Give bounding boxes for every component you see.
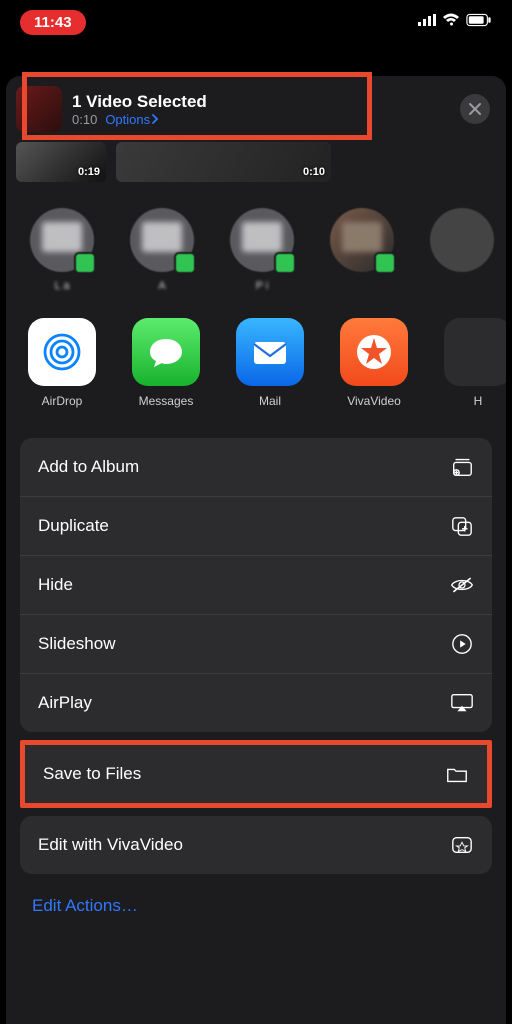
header-title: 1 Video Selected	[72, 92, 460, 112]
status-time: 11:43	[20, 10, 86, 35]
contact-name: A	[158, 280, 165, 294]
highlight-box-save: Save to Files	[20, 740, 492, 808]
video-thumbnail[interactable]: 0:10	[116, 142, 331, 182]
contact-item[interactable]: P i	[222, 208, 302, 294]
app-label: AirDrop	[42, 394, 83, 408]
app-mail[interactable]: Mail	[230, 318, 310, 408]
contact-item[interactable]: L a	[22, 208, 102, 294]
airdrop-icon	[28, 318, 96, 386]
chevron-right-icon	[152, 114, 159, 124]
app-airdrop[interactable]: AirDrop	[22, 318, 102, 408]
eye-slash-icon	[450, 574, 474, 596]
action-label: AirPlay	[38, 693, 92, 713]
actions-group-2: Save to Files	[25, 745, 487, 803]
action-save-to-files[interactable]: Save to Files	[25, 745, 487, 803]
contact-name: L a	[55, 280, 70, 294]
avatar	[30, 208, 94, 272]
avatar	[130, 208, 194, 272]
options-link[interactable]: Options	[105, 112, 159, 127]
battery-icon	[466, 13, 492, 32]
action-label: Hide	[38, 575, 73, 595]
action-duplicate[interactable]: Duplicate	[20, 497, 492, 556]
messages-badge-icon	[274, 252, 296, 274]
action-edit-vivavideo[interactable]: Edit with VivaVideo	[20, 816, 492, 874]
action-label: Edit with VivaVideo	[38, 835, 183, 855]
app-label: VivaVideo	[347, 394, 401, 408]
close-icon	[469, 103, 481, 115]
actions-group-1: Add to Album Duplicate Hide Slideshow Ai…	[20, 438, 492, 732]
video-thumbnail[interactable]: 0:19	[16, 142, 106, 182]
messages-badge-icon	[74, 252, 96, 274]
avatar	[430, 208, 494, 272]
video-duration: 0:10	[303, 166, 325, 178]
app-messages[interactable]: Messages	[126, 318, 206, 408]
share-sheet: 1 Video Selected 0:10 Options 0:19 0:10 …	[6, 76, 506, 1024]
header-duration: 0:10	[72, 112, 97, 127]
action-label: Save to Files	[43, 764, 141, 784]
action-hide[interactable]: Hide	[20, 556, 492, 615]
mail-icon	[236, 318, 304, 386]
actions-group-3: Edit with VivaVideo	[20, 816, 492, 874]
messages-badge-icon	[374, 252, 396, 274]
action-label: Duplicate	[38, 516, 109, 536]
video-duration: 0:19	[78, 166, 100, 178]
action-label: Slideshow	[38, 634, 116, 654]
action-airplay[interactable]: AirPlay	[20, 674, 492, 732]
app-other[interactable]: H	[438, 318, 506, 408]
contacts-row[interactable]: L a A P i	[6, 182, 506, 302]
action-label: Add to Album	[38, 457, 139, 477]
app-label: Mail	[259, 394, 281, 408]
album-add-icon	[450, 456, 474, 478]
action-slideshow[interactable]: Slideshow	[20, 615, 492, 674]
action-add-to-album[interactable]: Add to Album	[20, 438, 492, 497]
avatar	[230, 208, 294, 272]
app-icon	[444, 318, 506, 386]
close-button[interactable]	[460, 94, 490, 124]
share-apps-row[interactable]: AirDrop Messages Mail VivaVideo H	[6, 318, 506, 418]
vivavideo-icon	[340, 318, 408, 386]
app-label: H	[474, 394, 483, 408]
contact-item[interactable]	[322, 208, 402, 294]
status-indicators	[418, 13, 492, 32]
messages-icon	[132, 318, 200, 386]
vivavideo-edit-icon	[450, 834, 474, 856]
header-thumbnail	[16, 86, 62, 132]
wifi-icon	[442, 13, 460, 32]
avatar	[330, 208, 394, 272]
cellular-signal-icon	[418, 13, 436, 32]
share-header: 1 Video Selected 0:10 Options	[6, 76, 506, 142]
messages-badge-icon	[174, 252, 196, 274]
contact-item[interactable]	[422, 208, 502, 294]
edit-actions-link[interactable]: Edit Actions…	[6, 874, 506, 916]
play-circle-icon	[450, 633, 474, 655]
duplicate-icon	[450, 515, 474, 537]
app-vivavideo[interactable]: VivaVideo	[334, 318, 414, 408]
contact-name: P i	[256, 280, 269, 294]
app-label: Messages	[139, 394, 194, 408]
folder-icon	[445, 763, 469, 785]
video-thumbnail-strip[interactable]: 0:19 0:10	[6, 142, 506, 182]
header-text: 1 Video Selected 0:10 Options	[72, 92, 460, 127]
contact-item[interactable]: A	[122, 208, 202, 294]
airplay-icon	[450, 692, 474, 714]
status-bar: 11:43	[0, 0, 512, 40]
